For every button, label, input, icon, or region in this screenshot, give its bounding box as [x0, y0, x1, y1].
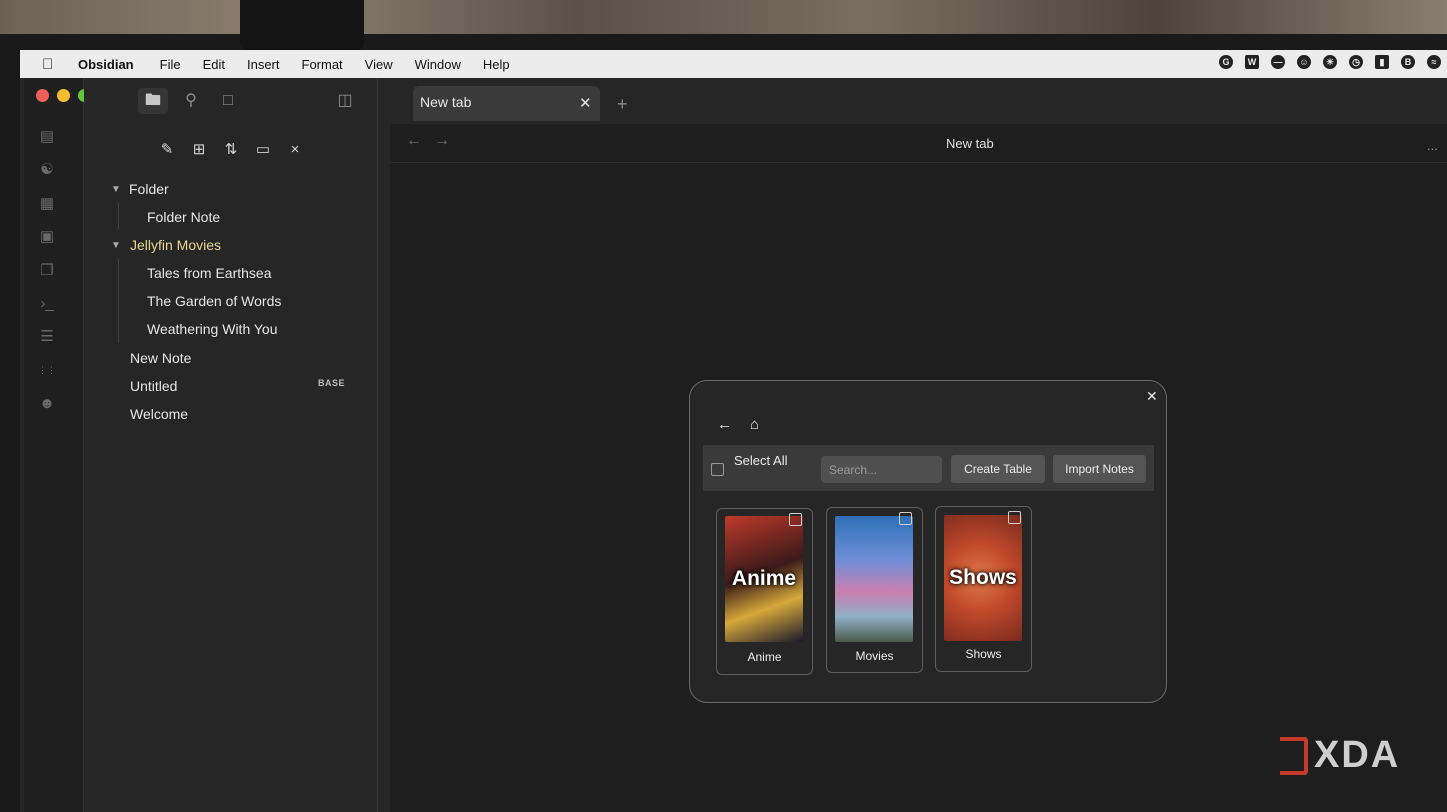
file-icon[interactable]: ▤ — [38, 128, 56, 146]
chevron-down-icon[interactable]: ▼ — [111, 240, 121, 251]
file-type-badge: BASE — [318, 378, 346, 388]
calendar-icon[interactable]: ▣ — [38, 228, 56, 246]
brightness-icon[interactable]: ☀ — [1323, 55, 1337, 69]
card-checkbox[interactable] — [899, 512, 912, 525]
battery-icon[interactable]: ▮ — [1375, 55, 1389, 69]
close-icon[interactable]: ✕ — [579, 94, 592, 112]
collapse-icon[interactable]: × — [284, 140, 306, 160]
tree-file-tales-from-earthsea[interactable]: Tales from Earthsea — [147, 261, 272, 285]
xda-watermark: XDA — [1280, 734, 1400, 777]
search-icon[interactable]: ⚲ — [176, 88, 206, 114]
wifi-icon[interactable]: ≈ — [1427, 55, 1441, 69]
back-arrow-icon[interactable]: ← — [406, 132, 422, 150]
menu-app-name[interactable]: Obsidian — [78, 57, 134, 72]
poster-title: Shows — [949, 566, 1017, 589]
user-icon[interactable]: ☺ — [1297, 55, 1311, 69]
close-icon[interactable]: ✕ — [1146, 388, 1158, 405]
word-icon[interactable]: W — [1245, 55, 1259, 69]
more-options-icon[interactable]: ... — [1427, 138, 1438, 153]
status-icons: G W — ☺ ☀ ◷ ▮ B ≈ — [1219, 55, 1441, 69]
auto-reveal-icon[interactable]: ▭ — [252, 140, 274, 160]
tree-file-folder-note[interactable]: Folder Note — [147, 205, 220, 229]
menu-window[interactable]: Window — [415, 57, 461, 72]
timer-icon[interactable]: ◷ — [1349, 55, 1363, 69]
add-tab-icon[interactable]: + — [617, 94, 628, 115]
view-title: New tab — [946, 136, 994, 151]
divider — [390, 162, 1447, 163]
search-input[interactable] — [821, 456, 942, 483]
forward-arrow-icon[interactable]: → — [434, 132, 450, 150]
sort-icon[interactable]: ⇅ — [220, 140, 242, 160]
tree-file-new-note[interactable]: New Note — [130, 346, 191, 370]
poster-title: Anime — [731, 567, 797, 590]
menu-edit[interactable]: Edit — [203, 57, 225, 72]
tree-folder-jellyfin-movies[interactable]: Jellyfin Movies — [130, 233, 221, 257]
card-label: Shows — [965, 647, 1002, 661]
back-arrow-icon[interactable]: ← — [717, 416, 732, 433]
import-notes-button[interactable]: Import Notes — [1053, 455, 1146, 483]
grammarly-icon[interactable]: G — [1219, 55, 1233, 69]
close-window-button[interactable] — [36, 89, 49, 102]
base-icon[interactable]: ⋮⋮ — [38, 361, 56, 379]
xda-logo-icon — [1280, 736, 1308, 775]
menu-bar:  Obsidian File Edit Insert Format View … — [20, 50, 1447, 78]
menu-view[interactable]: View — [365, 57, 393, 72]
tab-label: New tab — [420, 94, 472, 110]
menu-extra-icon[interactable]: — — [1271, 55, 1285, 69]
webcam — [240, 0, 364, 52]
chevron-down-icon[interactable]: ▼ — [111, 184, 121, 195]
home-icon[interactable]: ⌂ — [750, 416, 759, 433]
graph-icon[interactable]: ☯ — [38, 161, 56, 179]
files-icon[interactable]: 🖿 — [138, 88, 168, 114]
poster-anime: Anime — [725, 516, 803, 642]
copy-icon[interactable]: ❐ — [38, 262, 56, 280]
select-all-label: Select All — [734, 453, 788, 468]
select-all-checkbox[interactable] — [711, 463, 724, 476]
tree-folder-folder[interactable]: Folder — [129, 177, 169, 201]
card-label: Movies — [855, 649, 894, 663]
new-folder-icon[interactable]: ⊞ — [188, 140, 210, 160]
poster-movies — [835, 516, 913, 642]
card-checkbox[interactable] — [1008, 511, 1021, 524]
sidebar-toggle-icon[interactable]: ◫ — [330, 88, 360, 114]
card-label: Anime — [747, 650, 782, 664]
ribbon — [24, 78, 84, 812]
tree-file-weathering-with-you[interactable]: Weathering With You — [147, 317, 278, 341]
xda-text: XDA — [1314, 734, 1401, 776]
menu-format[interactable]: Format — [302, 57, 343, 72]
card-checkbox[interactable] — [789, 513, 802, 526]
menu-insert[interactable]: Insert — [247, 57, 280, 72]
tree-file-garden-of-words[interactable]: The Garden of Words — [147, 289, 281, 313]
new-note-icon[interactable]: ✎ — [156, 140, 178, 160]
create-table-button[interactable]: Create Table — [951, 455, 1045, 483]
tree-guide — [118, 259, 119, 343]
bookmark-icon[interactable]: □ — [213, 88, 243, 114]
tree-guide — [118, 203, 119, 229]
minimize-window-button[interactable] — [57, 89, 70, 102]
list-icon[interactable]: ☰ — [38, 328, 56, 346]
menu-file[interactable]: File — [160, 57, 181, 72]
tab-new-tab[interactable]: New tab — [413, 86, 600, 121]
canvas-icon[interactable]: ▦ — [38, 195, 56, 213]
window-controls — [36, 89, 91, 102]
plugin-icon[interactable]: ☻ — [38, 395, 56, 413]
bluetooth-icon[interactable]: B — [1401, 55, 1415, 69]
apple-icon[interactable]:  — [42, 56, 58, 73]
terminal-icon[interactable]: ›_ — [38, 295, 56, 313]
menu-help[interactable]: Help — [483, 57, 510, 72]
tree-file-welcome[interactable]: Welcome — [130, 402, 188, 426]
tree-file-untitled[interactable]: Untitled — [130, 374, 177, 398]
poster-shows: Shows — [944, 515, 1022, 641]
